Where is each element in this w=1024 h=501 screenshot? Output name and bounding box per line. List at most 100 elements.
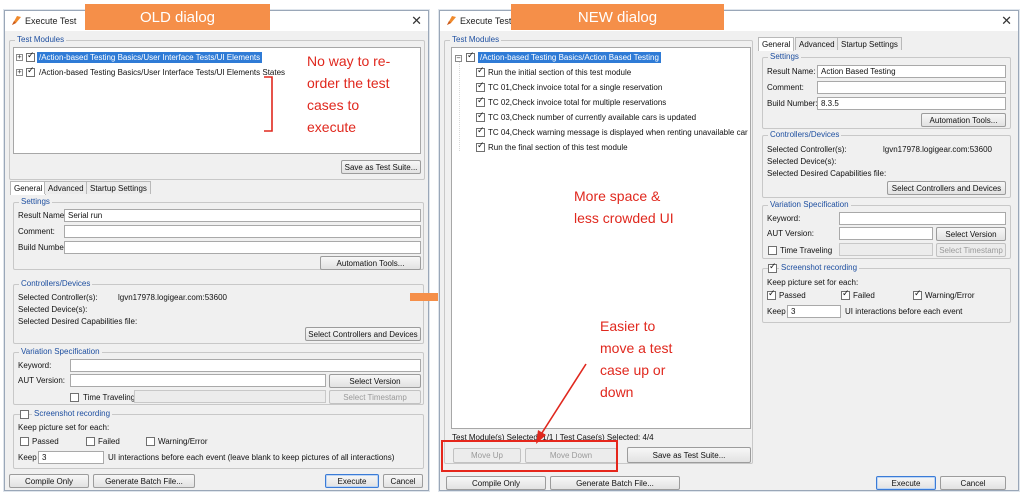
move-buttons-highlight — [441, 440, 618, 472]
new-time-traveling-checkbox[interactable] — [768, 246, 777, 255]
old-close-icon[interactable]: ✕ — [411, 13, 422, 29]
old-build-number-input[interactable] — [64, 241, 421, 254]
new-close-icon[interactable]: ✕ — [1001, 13, 1012, 29]
new-dialog-window: Execute Test ✕ Test Modules − /Action-ba… — [439, 10, 1019, 491]
new-selected-controllers-value: lgvn17978.logigear.com:53600 — [883, 145, 992, 154]
new-tab-startup[interactable]: Startup Settings — [837, 37, 902, 50]
old-time-traveling-label: Time Traveling — [83, 393, 136, 402]
new-aut-version-input[interactable] — [839, 227, 933, 240]
new-case-4[interactable]: TC 03,Check number of currently availabl… — [488, 113, 696, 122]
old-screenshot-legend: Screenshot recording — [32, 409, 113, 418]
tree-checkbox[interactable] — [26, 51, 35, 62]
old-result-name-input[interactable]: Serial run — [64, 209, 421, 222]
old-tab-startup[interactable]: Startup Settings — [86, 181, 151, 194]
old-build-number-label: Build Number: — [18, 243, 69, 252]
new-case-5[interactable]: TC 04,Check warning message is displayed… — [488, 128, 748, 137]
new-case-3[interactable]: TC 02,Check invoice total for multiple r… — [488, 98, 666, 107]
old-tab-advanced[interactable]: Advanced — [44, 181, 88, 194]
old-aut-version-input[interactable] — [70, 374, 326, 387]
new-screenshot-checkbox[interactable] — [768, 262, 777, 273]
app-logo-icon — [12, 16, 21, 25]
old-result-name-label: Result Name: — [18, 211, 67, 220]
old-settings-group: Settings Result Name: Serial run Comment… — [13, 197, 424, 270]
old-save-suite-button[interactable]: Save as Test Suite... — [341, 160, 421, 174]
new-passed-checkbox[interactable] — [767, 289, 776, 300]
tree-expand-icon[interactable]: + — [16, 69, 23, 76]
new-cancel-button[interactable]: Cancel — [940, 476, 1006, 490]
tree-expand-icon[interactable]: + — [16, 54, 23, 61]
new-generate-batch-button[interactable]: Generate Batch File... — [550, 476, 680, 490]
old-select-version-button[interactable]: Select Version — [329, 374, 421, 388]
new-keep-suffix: UI interactions before each event — [845, 307, 963, 316]
new-title: Execute Test — [460, 16, 512, 26]
new-select-version-button[interactable]: Select Version — [936, 227, 1006, 241]
new-comment-input[interactable] — [817, 81, 1006, 94]
case-checkbox[interactable] — [476, 66, 485, 77]
case-checkbox[interactable] — [476, 81, 485, 92]
new-keep-input[interactable]: 3 — [787, 305, 841, 318]
new-tab-advanced[interactable]: Advanced — [795, 37, 839, 50]
old-aut-version-label: AUT Version: — [18, 376, 65, 385]
case-checkbox[interactable] — [476, 126, 485, 137]
new-warning-label: Warning/Error — [925, 291, 975, 300]
old-comment-input[interactable] — [64, 225, 421, 238]
new-variation-legend: Variation Specification — [768, 200, 851, 209]
old-generate-batch-button[interactable]: Generate Batch File... — [93, 474, 195, 488]
tree-collapse-icon[interactable]: − — [455, 55, 462, 62]
case-checkbox[interactable] — [476, 141, 485, 152]
new-failed-checkbox[interactable] — [841, 289, 850, 300]
old-compile-only-button[interactable]: Compile Only — [9, 474, 89, 488]
new-automation-tools-button[interactable]: Automation Tools... — [921, 113, 1006, 127]
old-tree-item-2[interactable]: /Action-based Testing Basics/User Interf… — [39, 68, 285, 77]
bracket-icon — [264, 76, 273, 132]
new-tabs: General Advanced Startup Settings — [758, 37, 958, 51]
new-keyword-label: Keyword: — [767, 214, 801, 223]
new-keep-label: Keep — [767, 307, 786, 316]
new-test-modules-group: Test Modules − /Action-based Testing Bas… — [444, 35, 753, 464]
new-compile-only-button[interactable]: Compile Only — [446, 476, 546, 490]
new-tree-root[interactable]: /Action-based Testing Basics/Action Base… — [478, 52, 661, 63]
old-test-modules-legend: Test Modules — [15, 35, 67, 44]
new-keyword-input[interactable] — [839, 212, 1006, 225]
old-time-traveling-checkbox[interactable] — [70, 393, 79, 402]
old-screenshot-checkbox[interactable] — [20, 410, 29, 419]
old-keyword-label: Keyword: — [18, 361, 52, 370]
old-cancel-button[interactable]: Cancel — [383, 474, 423, 488]
new-case-6[interactable]: Run the final section of this test modul… — [488, 143, 628, 152]
new-build-number-input[interactable]: 8.3.5 — [817, 97, 1006, 110]
old-screenshot-group: Screenshot recording Keep picture set fo… — [13, 409, 424, 469]
tree-checkbox[interactable] — [26, 66, 35, 77]
new-tab-general[interactable]: General — [758, 37, 795, 51]
case-checkbox[interactable] — [476, 96, 485, 107]
old-selected-controllers-label: Selected Controller(s): — [18, 293, 98, 302]
old-failed-label: Failed — [98, 437, 120, 446]
new-case-1[interactable]: Run the initial section of this test mod… — [488, 68, 631, 77]
old-tree-item-1[interactable]: /Action-based Testing Basics/User Interf… — [37, 52, 263, 63]
old-tab-general[interactable]: General — [10, 181, 47, 195]
old-warning-label: Warning/Error — [158, 437, 208, 446]
old-failed-checkbox[interactable] — [86, 437, 95, 446]
tree-root-checkbox[interactable] — [466, 51, 475, 62]
new-selected-controllers-label: Selected Controller(s): — [767, 145, 847, 154]
old-keyword-input[interactable] — [70, 359, 421, 372]
new-warning-checkbox[interactable] — [913, 289, 922, 300]
new-select-controllers-button[interactable]: Select Controllers and Devices — [887, 181, 1006, 195]
old-passed-label: Passed — [32, 437, 59, 446]
new-case-2[interactable]: TC 01,Check invoice total for a single r… — [488, 83, 662, 92]
old-keep-input[interactable]: 3 — [38, 451, 104, 464]
new-test-modules-legend: Test Modules — [450, 35, 502, 44]
new-build-number-label: Build Number: — [767, 99, 818, 108]
new-execute-button[interactable]: Execute — [876, 476, 936, 490]
old-select-controllers-button[interactable]: Select Controllers and Devices — [305, 327, 421, 341]
old-passed-checkbox[interactable] — [20, 437, 29, 446]
new-save-suite-button[interactable]: Save as Test Suite... — [627, 447, 751, 463]
old-controllers-group: Controllers/Devices Selected Controller(… — [13, 279, 424, 344]
new-result-name-input[interactable]: Action Based Testing — [817, 65, 1006, 78]
old-execute-button[interactable]: Execute — [325, 474, 379, 488]
case-checkbox[interactable] — [476, 111, 485, 122]
old-automation-tools-button[interactable]: Automation Tools... — [320, 256, 421, 270]
new-dialog-callout: NEW dialog — [511, 4, 724, 30]
old-warning-checkbox[interactable] — [146, 437, 155, 446]
old-dialog-callout: OLD dialog — [85, 4, 270, 30]
new-time-traveling-label: Time Traveling — [780, 246, 833, 255]
